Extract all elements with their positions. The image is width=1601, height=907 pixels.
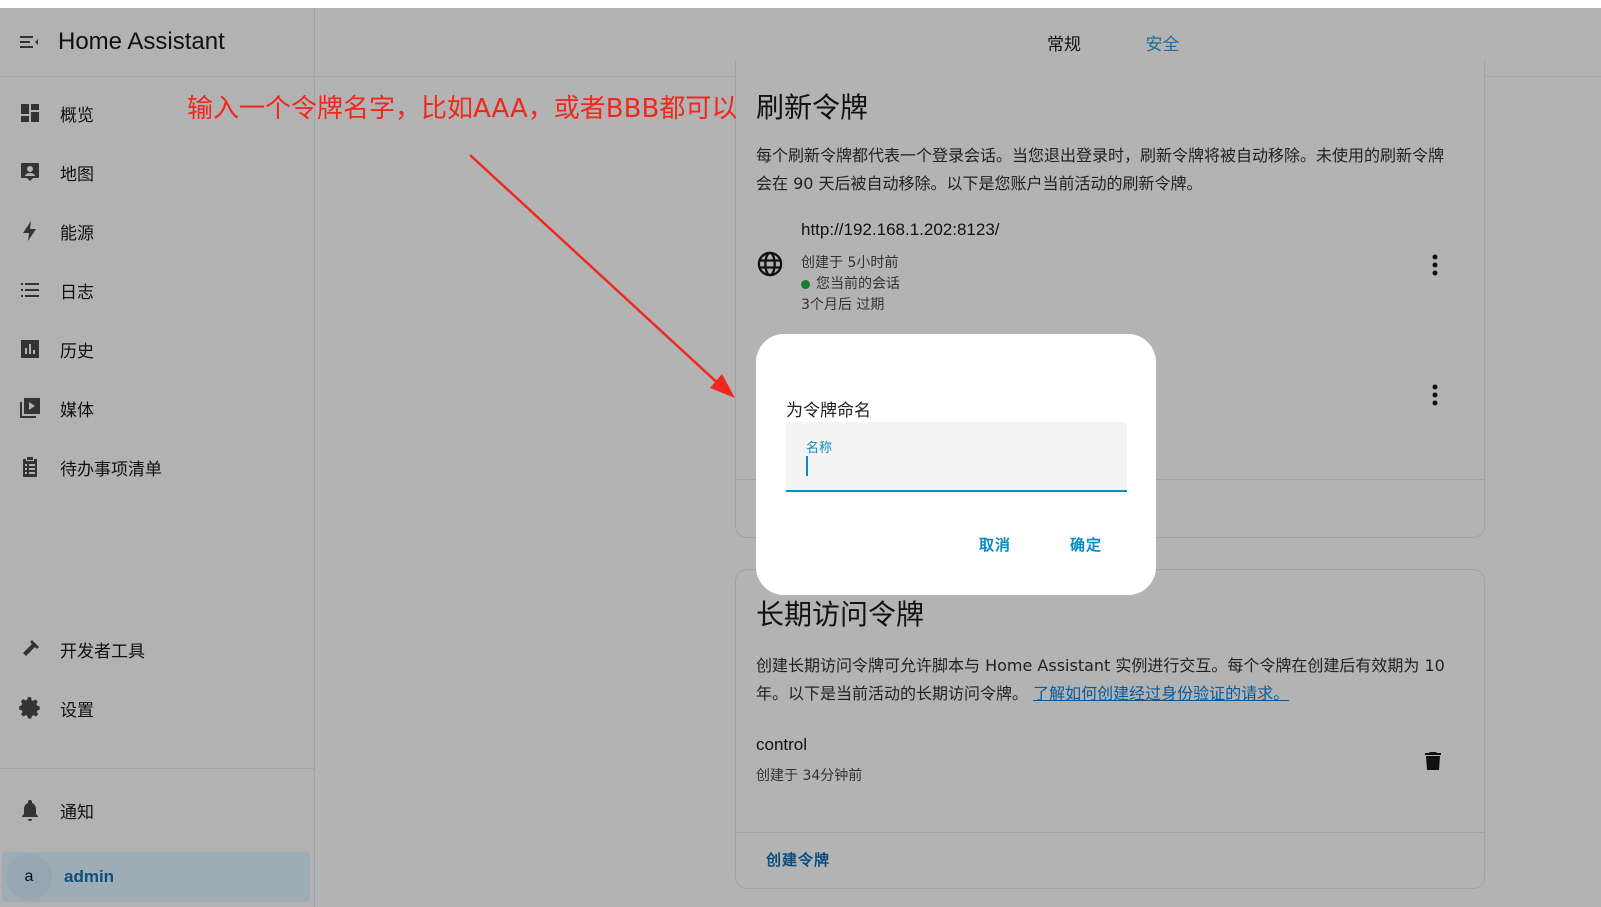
auth-requests-link[interactable]: 了解如何创建经过身份验证的请求。: [1033, 684, 1289, 703]
menu-open-icon: [20, 36, 38, 48]
bell-icon: [22, 800, 38, 821]
delete-token-button[interactable]: [1421, 748, 1445, 779]
token-created: 创建于 34分钟前: [756, 768, 863, 784]
text-cursor: [806, 456, 808, 476]
token-name-input-label: 名称: [806, 441, 833, 456]
user-name: admin: [64, 867, 115, 886]
session-created: 创建于 5小时前: [801, 255, 899, 271]
refresh-tokens-title: 刷新令牌: [756, 91, 869, 124]
refresh-tokens-description: 每个刷新令牌都代表一个登录会话。当您退出登录时，刷新令牌将被自动移除。未使用的刷…: [756, 146, 1445, 193]
sidebar-divider: [0, 768, 315, 769]
sidebar-item-settings[interactable]: 设置: [0, 683, 315, 733]
sidebar-item-todo[interactable]: 待办事项清单: [0, 442, 315, 492]
sidebar-item-energy[interactable]: 能源: [0, 206, 315, 256]
top-edge: [0, 0, 1601, 8]
session-menu-button-2[interactable]: [1423, 380, 1447, 410]
history-chart-icon: [21, 340, 39, 358]
sidebar-item-map[interactable]: 地图: [0, 147, 315, 197]
kebab-menu-icon: [1432, 254, 1438, 276]
sidebar-item-media[interactable]: 媒体: [0, 383, 315, 433]
sidebar-item-history[interactable]: 历史: [0, 324, 315, 374]
ok-button[interactable]: 确定: [1070, 534, 1102, 555]
media-icon: [20, 398, 40, 418]
lightning-icon: [23, 221, 36, 241]
sidebar-item-developer-tools[interactable]: 开发者工具: [0, 624, 315, 674]
cancel-button[interactable]: 取消: [979, 534, 1011, 555]
long-lived-tokens-title: 长期访问令牌: [756, 598, 925, 631]
sidebar-item-notifications[interactable]: 通知: [0, 785, 315, 835]
card-divider: [736, 832, 1484, 833]
globe-icon: [757, 251, 783, 277]
todo-list-icon: [23, 457, 37, 477]
sidebar-item-logbook[interactable]: 日志: [0, 265, 315, 315]
name-token-dialog: 为令牌命名 名称 取消 确定: [756, 334, 1156, 595]
sidebar-header: Home Assistant: [0, 8, 314, 77]
session-expires: 3个月后 过期: [801, 297, 885, 313]
dashboard-icon: [21, 104, 39, 122]
avatar: a: [6, 854, 52, 900]
session-url: http://192.168.1.202:8123/: [801, 220, 1000, 239]
gear-icon: [19, 697, 40, 719]
session-menu-button[interactable]: [1423, 250, 1447, 280]
create-token-button[interactable]: 创建令牌: [766, 849, 830, 870]
kebab-menu-icon: [1432, 384, 1438, 406]
session-current: 您当前的会话: [801, 273, 900, 293]
token-name: control: [756, 735, 808, 754]
active-status-dot: [801, 279, 810, 289]
long-lived-tokens-description: 创建长期访问令牌可允许脚本与 Home Assistant 实例进行交互。每个令…: [756, 656, 1445, 703]
hammer-icon: [23, 640, 39, 656]
annotation-text: 输入一个令牌名字，比如AAA，或者BBB都可以: [187, 94, 738, 124]
sidebar-item-user[interactable]: a admin: [2, 852, 310, 902]
menu-toggle-button[interactable]: [0, 8, 58, 77]
dialog-title: 为令牌命名: [786, 401, 871, 421]
token-name-input[interactable]: 名称: [786, 422, 1127, 492]
app-title: Home Assistant: [58, 28, 225, 55]
sidebar: Home Assistant 概览 地图 能源 日志 历史 媒体 待办事项清单 …: [0, 8, 315, 907]
map-icon: [21, 163, 39, 181]
trash-icon: [1425, 752, 1441, 770]
long-lived-tokens-card: 长期访问令牌 创建长期访问令牌可允许脚本与 Home Assistant 实例进…: [735, 569, 1485, 889]
logbook-icon: [21, 283, 39, 297]
